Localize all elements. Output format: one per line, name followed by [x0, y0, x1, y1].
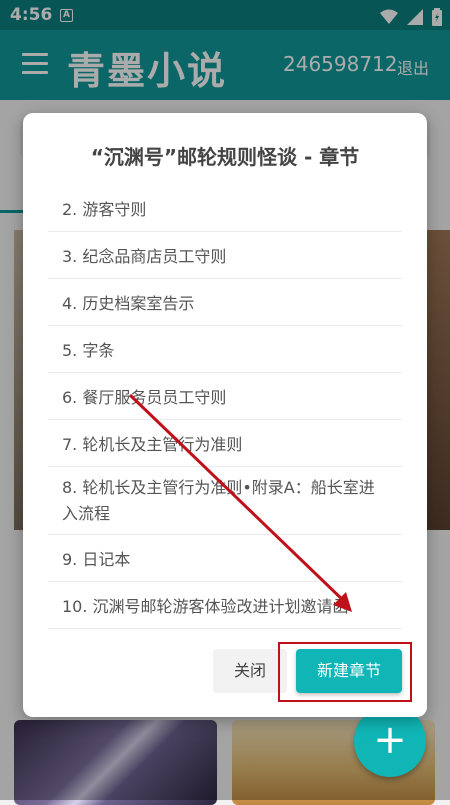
chapter-item[interactable]: 10. 沉渊号邮轮游客体验改进计划邀请函 — [48, 582, 402, 629]
chapter-item[interactable]: 3. 纪念品商店员工守则 — [48, 232, 402, 279]
close-button[interactable]: 关闭 — [213, 649, 287, 693]
chapter-item[interactable]: 8. 轮机长及主管行为准则•附录A：船长室进入流程 — [48, 467, 402, 535]
dialog-title: “沉渊号”邮轮规则怪谈 - 章节 — [90, 145, 360, 169]
chapter-item[interactable]: 2. 游客守则 — [48, 185, 402, 232]
chapter-dialog: “沉渊号”邮轮规则怪谈 - 章节 2. 游客守则 3. 纪念品商店员工守则 4.… — [23, 113, 427, 717]
chapter-item[interactable]: 4. 历史档案室告示 — [48, 279, 402, 326]
chapter-item[interactable]: 5. 字条 — [48, 326, 402, 373]
chapter-item[interactable]: 6. 餐厅服务员员工守则 — [48, 373, 402, 420]
chapter-list: 2. 游客守则 3. 纪念品商店员工守则 4. 历史档案室告示 5. 字条 6.… — [48, 185, 402, 629]
annotation-highlight-box — [278, 642, 412, 702]
chapter-item[interactable]: 7. 轮机长及主管行为准则 — [48, 420, 402, 467]
add-icon: + — [373, 717, 407, 763]
chapter-item[interactable]: 9. 日记本 — [48, 535, 402, 582]
